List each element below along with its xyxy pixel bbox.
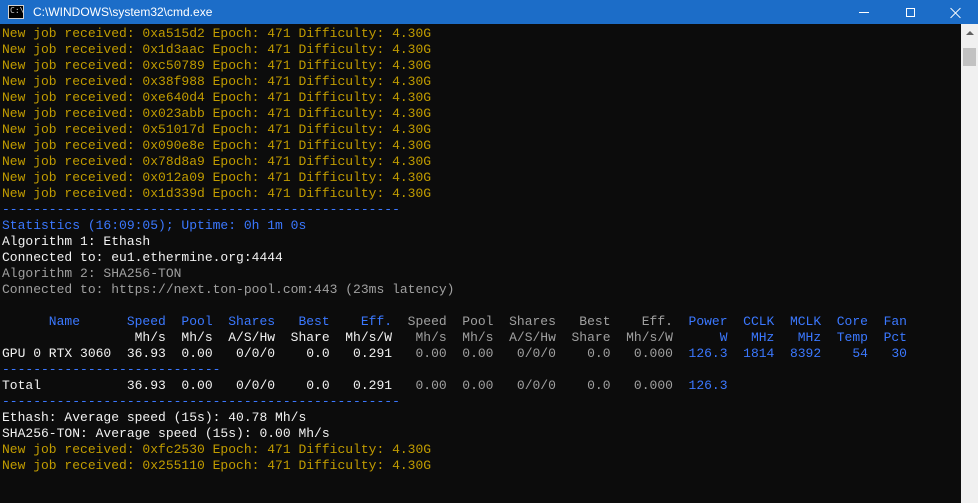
console-segment: GPU 0 RTX 3060 36.93 0.00 0/0/0 0.0 0.29… <box>2 346 408 361</box>
console-line: Connected to: https://next.ton-pool.com:… <box>2 282 455 297</box>
minimize-icon <box>859 11 869 13</box>
title-bar[interactable]: C:\ C:\WINDOWS\system32\cmd.exe <box>0 0 978 24</box>
console-line: Connected to: eu1.ethermine.org:4444 <box>2 250 283 265</box>
console-segment: 126.3 <box>688 378 728 393</box>
console-line: New job received: 0xfc2530 Epoch: 471 Di… <box>2 442 432 457</box>
console-segment: Name Speed Pool Shares Best Eff. <box>2 314 408 329</box>
console-line: New job received: 0x1d3aac Epoch: 471 Di… <box>2 42 432 57</box>
console-line: ----------------------------------------… <box>2 202 400 217</box>
scrollbar-thumb[interactable] <box>963 48 976 66</box>
console-line: Ethash: Average speed (15s): 40.78 Mh/s <box>2 410 307 425</box>
cmd-app-icon[interactable]: C:\ <box>8 5 24 19</box>
console-line: Statistics (16:09:05); Uptime: 0h 1m 0s <box>2 218 307 233</box>
window-title: C:\WINDOWS\system32\cmd.exe <box>33 5 213 19</box>
console-segment: Mh/s Mh/s A/S/Hw Share Mh/s/W <box>2 330 408 345</box>
vertical-scrollbar[interactable] <box>961 24 978 503</box>
minimize-button[interactable] <box>841 0 887 24</box>
console-line: New job received: 0x255110 Epoch: 471 Di… <box>2 458 432 473</box>
console-line: New job received: 0xe640d4 Epoch: 471 Di… <box>2 90 432 105</box>
console-segment: 126.3 1814 8392 54 30 <box>688 346 907 361</box>
console-line: New job received: 0xc50789 Epoch: 471 Di… <box>2 58 432 73</box>
maximize-icon <box>905 7 915 17</box>
console-segment: Total 36.93 0.00 0/0/0 0.0 0.291 <box>2 378 408 393</box>
console-segment: Speed Pool Shares Best Eff. <box>407 314 689 329</box>
console-line: Mh/s Mh/s A/S/Hw Share Mh/s/W Mh/s Mh/s … <box>2 330 958 346</box>
console-line: ----------------------------------------… <box>2 394 400 409</box>
console-line: New job received: 0x78d8a9 Epoch: 471 Di… <box>2 154 432 169</box>
console-line: New job received: 0x51017d Epoch: 471 Di… <box>2 122 432 137</box>
console-segment: W MHz MHz Temp Pct <box>688 330 907 345</box>
cmd-window: C:\ C:\WINDOWS\system32\cmd.exe New job … <box>0 0 978 503</box>
console-segment: 0.00 0.00 0/0/0 0.0 0.000 <box>407 346 689 361</box>
console-line: New job received: 0x023abb Epoch: 471 Di… <box>2 106 432 121</box>
console-output[interactable]: New job received: 0xa515d2 Epoch: 471 Di… <box>2 26 958 503</box>
close-icon <box>950 7 961 18</box>
console-segment: Power CCLK MCLK Core Fan <box>688 314 907 329</box>
console-line: New job received: 0x38f988 Epoch: 471 Di… <box>2 74 432 89</box>
cmd-app-icon-label: C:\ <box>10 6 25 15</box>
console-segment: 0.00 0.00 0/0/0 0.0 0.000 <box>407 378 689 393</box>
chevron-up-icon <box>965 30 974 35</box>
console-line: New job received: 0x090e8e Epoch: 471 Di… <box>2 138 432 153</box>
console-line: ---------------------------- <box>2 362 221 377</box>
console-line: Total 36.93 0.00 0/0/0 0.0 0.291 0.00 0.… <box>2 378 958 394</box>
console-line: SHA256-TON: Average speed (15s): 0.00 Mh… <box>2 426 330 441</box>
scroll-up-button[interactable] <box>961 24 978 41</box>
console-segment: Mh/s Mh/s A/S/Hw Share Mh/s/W <box>407 330 689 345</box>
console-line: New job received: 0xa515d2 Epoch: 471 Di… <box>2 26 432 41</box>
console-line: Algorithm 2: SHA256-TON <box>2 266 182 281</box>
maximize-button[interactable] <box>887 0 933 24</box>
console-line: Algorithm 1: Ethash <box>2 234 151 249</box>
console-line: Name Speed Pool Shares Best Eff. Speed P… <box>2 314 958 330</box>
console-line: New job received: 0x012a09 Epoch: 471 Di… <box>2 170 432 185</box>
close-button[interactable] <box>932 0 978 24</box>
console-line: GPU 0 RTX 3060 36.93 0.00 0/0/0 0.0 0.29… <box>2 346 958 362</box>
console-line: New job received: 0x1d339d Epoch: 471 Di… <box>2 186 432 201</box>
